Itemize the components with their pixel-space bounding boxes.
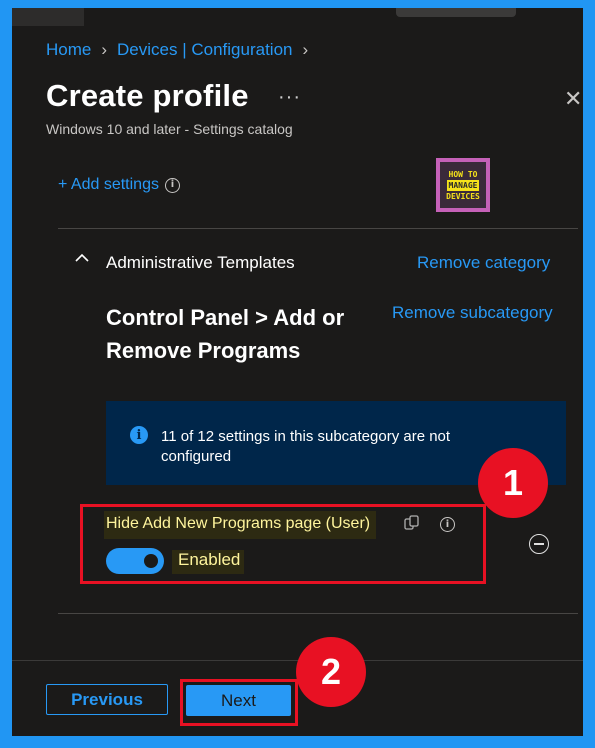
close-icon[interactable]: ✕ xyxy=(564,86,582,112)
page-subtitle: Windows 10 and later - Settings catalog xyxy=(46,121,293,137)
step-badge-1: 1 xyxy=(478,448,548,518)
info-filled-icon: i xyxy=(130,426,148,444)
breadcrumb: Home › Devices | Configuration › xyxy=(46,40,308,60)
previous-button[interactable]: Previous xyxy=(46,684,168,715)
category-name[interactable]: Administrative Templates xyxy=(106,253,295,273)
top-bar-search[interactable] xyxy=(396,8,516,17)
next-button[interactable]: Next xyxy=(186,685,291,716)
how-to-manage-devices-logo: HOW TO MANAGE DEVICES xyxy=(436,158,490,212)
setting-info-icon[interactable]: i xyxy=(440,517,455,532)
add-settings-label[interactable]: + Add settings xyxy=(58,176,159,194)
toggle-knob xyxy=(144,554,158,568)
chevron-right-icon: › xyxy=(302,40,309,59)
breadcrumb-home[interactable]: Home xyxy=(46,40,91,60)
section-divider xyxy=(58,228,578,229)
subcategory-title: Control Panel > Add or Remove Programs xyxy=(106,305,345,363)
add-settings-link[interactable]: + Add settings i xyxy=(58,176,180,194)
setting-label: Hide Add New Programs page (User) xyxy=(104,511,377,539)
info-icon[interactable]: i xyxy=(164,177,180,193)
remove-setting-icon[interactable] xyxy=(529,534,549,554)
enabled-toggle[interactable] xyxy=(106,548,164,574)
logo-text-line1: HOW TO xyxy=(448,169,478,179)
copy-icon[interactable] xyxy=(404,515,420,531)
remove-category-link[interactable]: Remove category xyxy=(417,253,550,273)
step-badge-2: 2 xyxy=(296,637,366,707)
create-profile-panel: Home › Devices | Configuration › Create … xyxy=(12,8,583,736)
top-bar-left xyxy=(12,8,84,26)
more-options-icon[interactable]: ··· xyxy=(278,86,301,109)
remove-subcategory-link[interactable]: Remove subcategory xyxy=(392,303,553,323)
page-title: Create profile xyxy=(46,78,249,113)
toggle-state-label: Enabled xyxy=(172,550,245,574)
setting-divider xyxy=(58,613,578,614)
info-message-text: 11 of 12 settings in this subcategory ar… xyxy=(161,428,451,465)
chevron-right-icon: › xyxy=(101,40,108,59)
logo-text-line2: MANAGE xyxy=(446,179,480,191)
breadcrumb-devices-configuration[interactable]: Devices | Configuration xyxy=(117,40,292,60)
chevron-up-icon[interactable] xyxy=(74,248,90,269)
logo-text-line3: DEVICES xyxy=(446,191,480,201)
